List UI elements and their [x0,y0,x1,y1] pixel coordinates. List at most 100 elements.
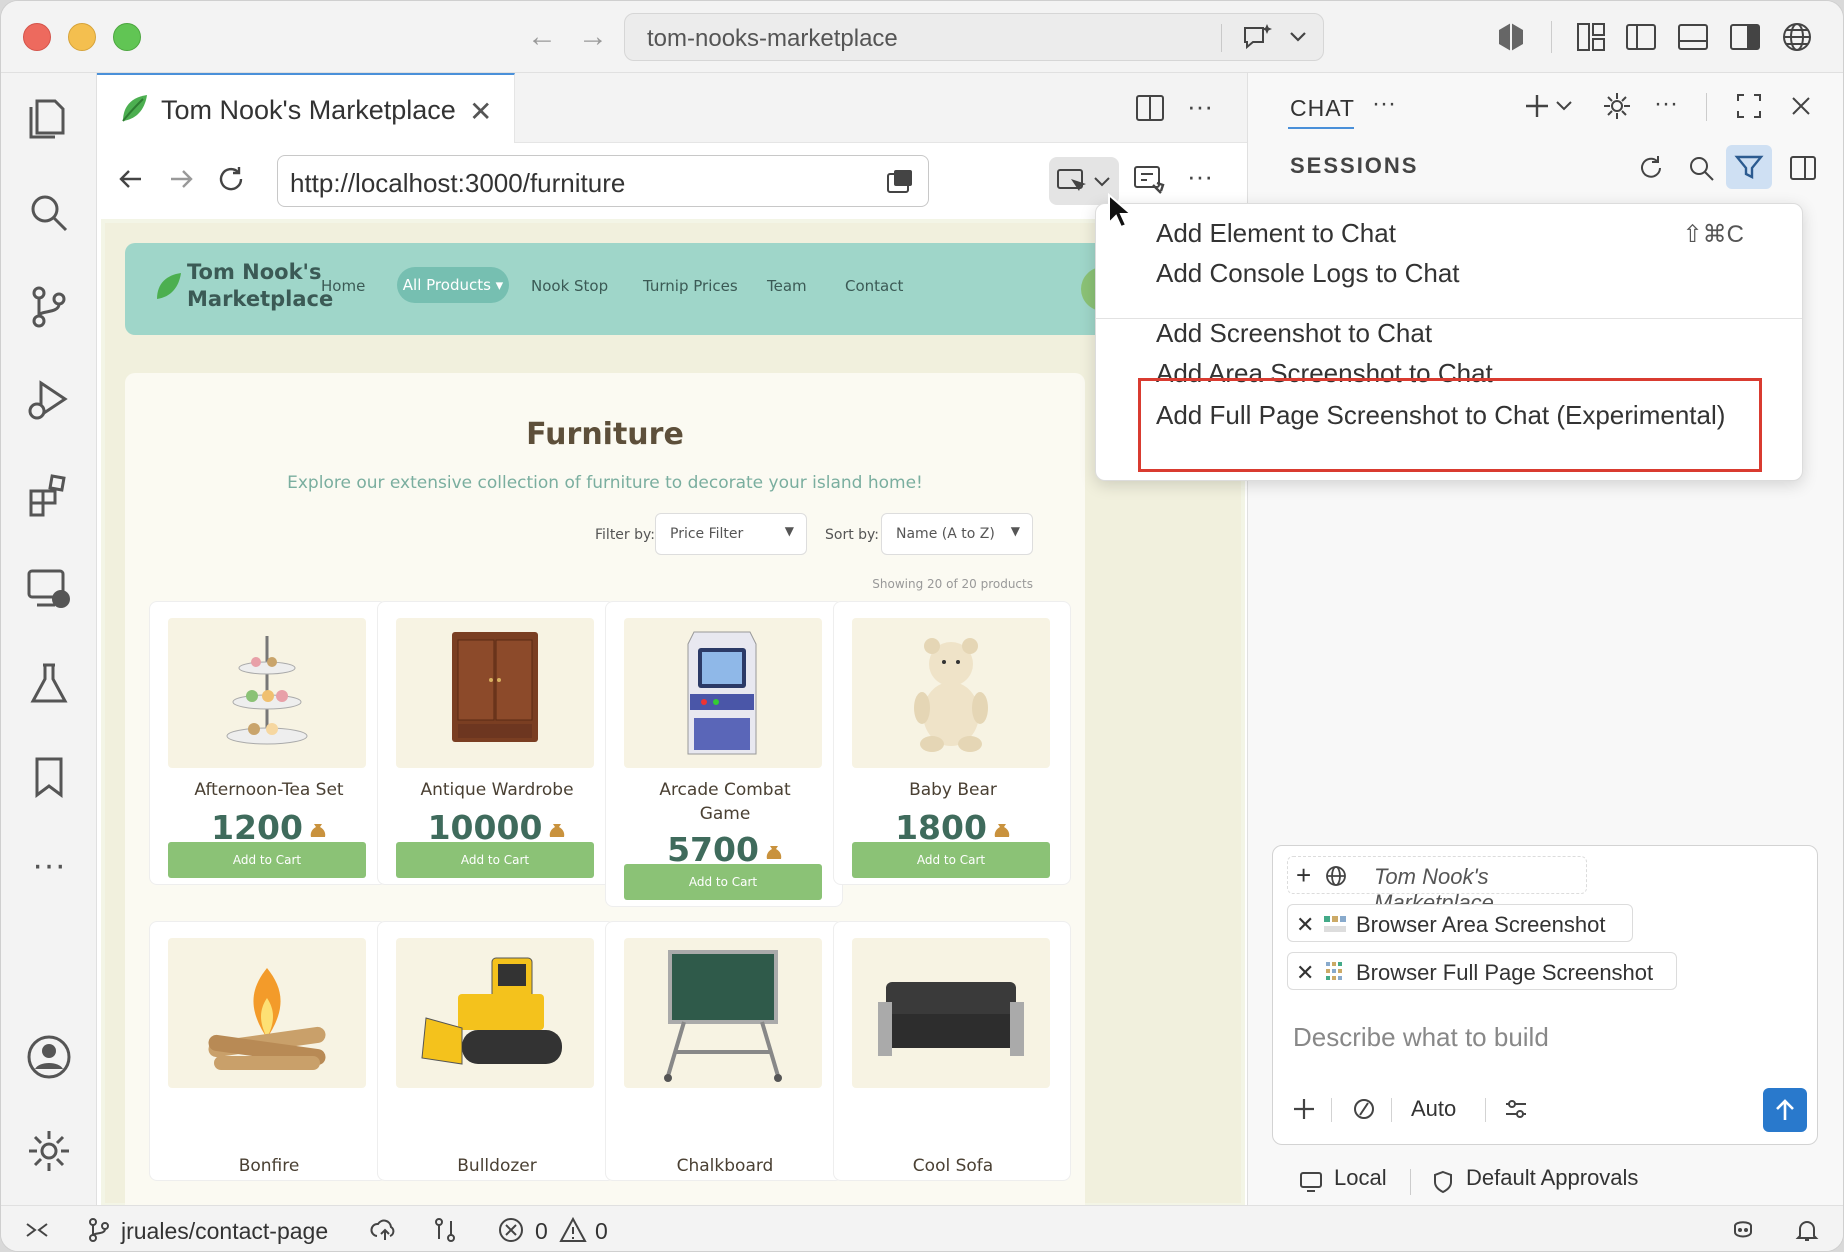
nav-team[interactable]: Team [767,277,807,295]
toggle-secondary-sidebar-icon[interactable] [1727,19,1763,55]
options-sliders-icon[interactable] [1501,1094,1531,1124]
bell-bag-icon [550,823,565,837]
branch-name[interactable]: jruales/contact-page [121,1218,328,1245]
nav-nook-stop[interactable]: Nook Stop [531,277,608,295]
product-card[interactable]: Bonfire [149,921,387,1181]
toggle-panel-icon[interactable] [1675,19,1711,55]
add-to-cart-button[interactable]: Add to Cart [624,864,822,900]
product-card[interactable]: Antique Wardrobe 10000 Add to Cart [377,601,615,885]
menu-item-add-element[interactable]: Add Element to Chat [1156,218,1396,249]
product-card[interactable]: Arcade Combat Game 5700 Add to Cart [605,601,843,907]
run-debug-icon[interactable] [23,375,75,427]
back-arrow-icon[interactable]: ← [524,19,560,55]
settings-gear-icon[interactable] [23,1125,75,1177]
account-icon[interactable] [23,1031,75,1083]
add-to-cart-button[interactable]: Add to Cart [852,842,1050,878]
maximize-window-button[interactable] [113,23,141,51]
menu-item-add-console-logs[interactable]: Add Console Logs to Chat [1156,258,1460,289]
split-editor-icon[interactable] [1133,91,1167,125]
git-compare-icon[interactable] [431,1216,459,1244]
bookmark-icon[interactable] [23,751,75,803]
menu-item-add-screenshot[interactable]: Add Screenshot to Chat [1156,318,1432,349]
refresh-icon[interactable] [1634,151,1668,185]
warning-triangle-icon[interactable] [559,1216,587,1244]
nav-all-products[interactable]: All Products ▾ [397,267,509,303]
minimize-window-button[interactable] [68,23,96,51]
forward-icon[interactable] [163,161,199,197]
close-icon[interactable]: ✕ [1296,912,1314,938]
maximize-icon[interactable] [1732,89,1766,123]
context-chip-area-screenshot[interactable]: ✕ Browser Area Screenshot [1287,904,1633,942]
product-card[interactable]: Bulldozer [377,921,615,1181]
product-card[interactable]: Chalkboard [605,921,843,1181]
add-context-chip[interactable]: + Tom Nook's Marketplace [1287,856,1587,915]
add-attachment-plus-icon[interactable] [1289,1094,1319,1124]
more-icon[interactable]: ··· [1372,89,1406,123]
model-picker[interactable]: Auto [1411,1096,1456,1122]
search-icon[interactable] [23,187,75,239]
layout-customize-icon[interactable] [1573,19,1609,55]
more-icon[interactable]: ··· [23,843,75,895]
close-icon[interactable]: ✕ [469,95,492,128]
forward-arrow-icon[interactable]: → [575,19,611,55]
chevron-down-icon[interactable] [1091,171,1113,193]
send-button[interactable] [1763,1088,1807,1132]
nav-home[interactable]: Home [321,277,365,295]
settings-gear-icon[interactable] [1600,89,1634,123]
approvals-picker[interactable]: Default Approvals [1466,1165,1638,1191]
warning-count[interactable]: 0 [595,1218,608,1245]
explorer-files-icon[interactable] [23,93,75,145]
more-actions-icon[interactable]: ··· [1187,91,1221,125]
sort-select[interactable]: Name (A to Z) ▼ [881,513,1033,555]
product-card[interactable]: Afternoon-Tea Set 1200 Add to Cart [149,601,387,885]
tab-tom-nooks-marketplace[interactable]: Tom Nook's Marketplace ✕ [97,73,515,143]
more-actions-icon[interactable]: ··· [1187,161,1223,197]
source-control-icon[interactable] [23,281,75,333]
chat-prompt-input[interactable]: Describe what to build [1293,1022,1549,1053]
back-icon[interactable] [113,161,149,197]
copilot-hexagon-icon[interactable] [1493,19,1529,55]
nav-contact[interactable]: Contact [845,277,903,295]
testing-flask-icon[interactable] [23,657,75,709]
context-chip-full-page-screenshot[interactable]: ✕ Browser Full Page Screenshot [1287,952,1677,990]
site-logo[interactable]: Tom Nook's Marketplace [187,259,333,313]
close-icon[interactable]: ✕ [1296,960,1314,986]
remote-explorer-icon[interactable] [23,563,75,615]
nav-turnip-prices[interactable]: Turnip Prices [643,277,738,295]
search-icon[interactable] [1684,151,1718,185]
chat-sparkle-icon[interactable] [1239,22,1275,54]
chevron-down-icon[interactable] [1550,91,1578,119]
globe-icon[interactable] [1779,19,1815,55]
chevron-down-icon[interactable] [1285,24,1311,50]
tools-icon[interactable] [1349,1094,1379,1124]
product-card[interactable]: Baby Bear 1800 Add to Cart [833,601,1071,885]
reload-icon[interactable] [213,161,249,197]
error-count[interactable]: 0 [535,1218,548,1245]
error-circle-icon[interactable] [497,1216,525,1244]
price-filter-select[interactable]: Price Filter ▼ [655,513,807,555]
remote-indicator-icon[interactable] [23,1216,51,1244]
add-to-cart-button[interactable]: Add to Cart [396,842,594,878]
new-chat-plus-icon[interactable] [1520,89,1554,123]
git-branch-icon[interactable] [85,1216,113,1244]
url-input[interactable]: http://localhost:3000/furniture [277,155,929,207]
session-target-local[interactable]: Local [1334,1165,1387,1191]
add-to-cart-button[interactable]: Add to Cart [168,842,366,878]
product-card[interactable]: Cool Sofa [833,921,1071,1181]
chat-tab[interactable]: CHAT [1290,95,1355,122]
devtools-icon[interactable] [1131,161,1167,197]
more-icon[interactable]: ··· [1654,89,1688,123]
open-external-icon[interactable] [884,166,916,198]
toggle-sidebar-icon[interactable] [1786,151,1820,185]
copilot-icon[interactable] [1729,1216,1757,1244]
notifications-bell-icon[interactable] [1793,1216,1821,1244]
activity-bar: ··· [1,73,97,1205]
close-window-button[interactable] [23,23,51,51]
extensions-icon[interactable] [23,469,75,521]
filter-button[interactable] [1726,145,1772,189]
toggle-primary-sidebar-icon[interactable] [1623,19,1659,55]
image-thumbnail-icon [1326,962,1342,980]
command-center[interactable]: tom-nooks-marketplace [624,13,1324,61]
close-icon[interactable] [1784,89,1818,123]
cloud-sync-icon[interactable] [369,1216,397,1244]
